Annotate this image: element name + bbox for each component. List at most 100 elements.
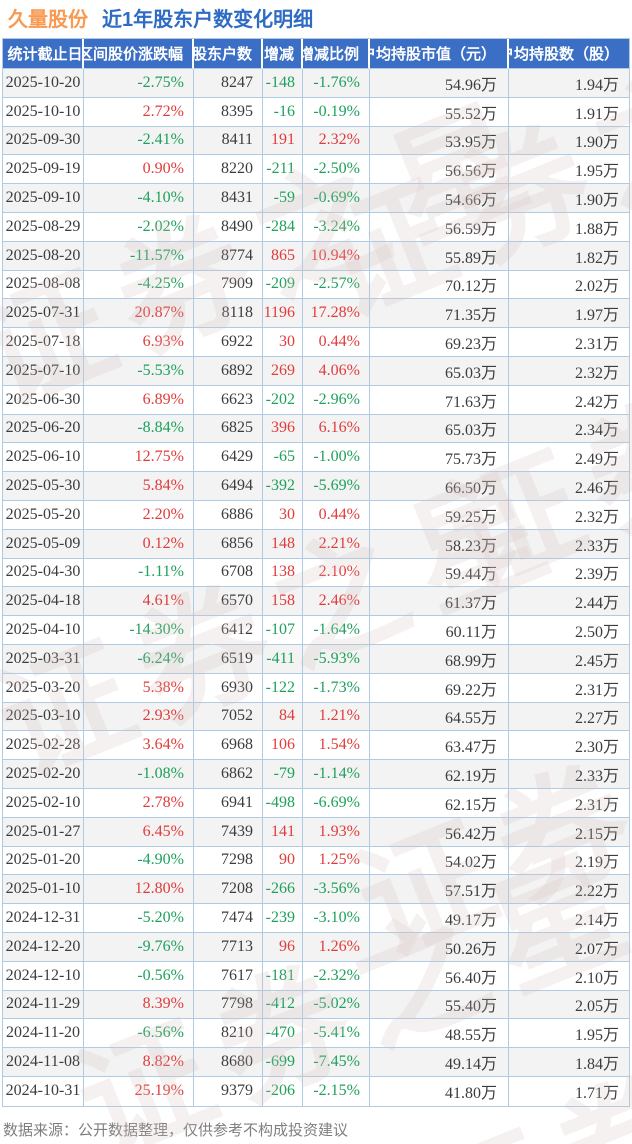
table-row: 2024-11-298.39%7798-412-5.02%55.40万2.05万: [3, 991, 629, 1020]
table-cell: -65: [263, 443, 303, 472]
table-cell: 57.51万: [370, 875, 509, 904]
table-cell: 1.95万: [509, 155, 629, 184]
table-cell: 6429: [194, 443, 263, 472]
table-row: 2025-05-305.84%6494-392-5.69%66.50万2.46万: [3, 472, 629, 501]
table-cell: 2025-02-28: [3, 731, 84, 760]
table-cell: 0.90%: [84, 155, 194, 184]
table-cell: 10.94%: [303, 242, 370, 271]
table-cell: 70.12万: [370, 271, 509, 300]
table-cell: -0.56%: [84, 962, 194, 991]
table-cell: -9.76%: [84, 933, 194, 962]
table-cell: 7798: [194, 991, 263, 1020]
table-row: 2025-08-20-11.57%877486510.94%55.89万1.82…: [3, 242, 629, 271]
table-cell: 2.30万: [509, 731, 629, 760]
table-cell: -239: [263, 904, 303, 933]
table-row: 2025-08-29-2.02%8490-284-3.24%56.59万1.88…: [3, 213, 629, 242]
table-cell: 2025-07-31: [3, 299, 84, 328]
table-cell: 1.54%: [303, 731, 370, 760]
table-cell: 8395: [194, 98, 263, 127]
table-cell: 54.96万: [370, 69, 509, 98]
table-cell: 6519: [194, 645, 263, 674]
table-cell: -699: [263, 1048, 303, 1077]
table-cell: 269: [263, 357, 303, 386]
table-cell: -11.57%: [84, 242, 194, 271]
table-cell: 2025-10-10: [3, 98, 84, 127]
table-cell: 6892: [194, 357, 263, 386]
table-cell: 6825: [194, 415, 263, 444]
table-cell: 62.15万: [370, 789, 509, 818]
table-cell: -284: [263, 213, 303, 242]
table-cell: -0.19%: [303, 98, 370, 127]
table-cell: 20.87%: [84, 299, 194, 328]
table-row: 2025-07-186.93%6922300.44%69.23万2.31万: [3, 328, 629, 357]
table-cell: 1196: [263, 299, 303, 328]
table-cell: 55.40万: [370, 991, 509, 1020]
table-cell: 2.93%: [84, 703, 194, 732]
table-cell: 7052: [194, 703, 263, 732]
table-cell: 54.66万: [370, 184, 509, 213]
table-row: 2025-06-20-8.84%68253966.16%65.03万2.34万: [3, 415, 629, 444]
table-row: 2024-11-088.82%8680-699-7.45%49.14万1.84万: [3, 1048, 629, 1077]
table-cell: 2.31万: [509, 789, 629, 818]
table-cell: 2.15万: [509, 818, 629, 847]
table-cell: 68.99万: [370, 645, 509, 674]
table-cell: 6886: [194, 501, 263, 530]
table-cell: 25.19%: [84, 1077, 194, 1106]
table-cell: 2.02万: [509, 271, 629, 300]
table-row: 2025-04-10-14.30%6412-107-1.64%60.11万2.5…: [3, 616, 629, 645]
table-cell: 1.90万: [509, 184, 629, 213]
table-cell: 6941: [194, 789, 263, 818]
table-cell: -411: [263, 645, 303, 674]
table-cell: 90: [263, 847, 303, 876]
table-cell: 6968: [194, 731, 263, 760]
table-cell: 396: [263, 415, 303, 444]
table-body: 2025-10-20-2.75%8247-148-1.76%54.96万1.94…: [3, 69, 629, 1106]
table-cell: 65.03万: [370, 357, 509, 386]
table-cell: -5.02%: [303, 991, 370, 1020]
table-row: 2025-04-30-1.11%67081382.10%59.44万2.39万: [3, 559, 629, 588]
table-cell: -6.69%: [303, 789, 370, 818]
table-cell: 61.37万: [370, 587, 509, 616]
table-cell: 58.23万: [370, 530, 509, 559]
table-cell: 2024-12-10: [3, 962, 84, 991]
table-cell: 1.95万: [509, 1019, 629, 1048]
table-cell: -1.14%: [303, 760, 370, 789]
table-cell: 4.61%: [84, 587, 194, 616]
table-cell: 2.05万: [509, 991, 629, 1020]
table-cell: -498: [263, 789, 303, 818]
table-cell: 6.45%: [84, 818, 194, 847]
table-cell: 2.22万: [509, 875, 629, 904]
table-cell: 8680: [194, 1048, 263, 1077]
table-cell: 2025-01-20: [3, 847, 84, 876]
table-cell: 6862: [194, 760, 263, 789]
table-cell: 64.55万: [370, 703, 509, 732]
table-row: 2025-03-31-6.24%6519-411-5.93%68.99万2.45…: [3, 645, 629, 674]
table-cell: 65.03万: [370, 415, 509, 444]
table-cell: 6708: [194, 559, 263, 588]
table-cell: 2025-04-18: [3, 587, 84, 616]
table-cell: -5.41%: [303, 1019, 370, 1048]
table-cell: 1.93%: [303, 818, 370, 847]
table-cell: -2.15%: [303, 1077, 370, 1106]
table-cell: -1.76%: [303, 69, 370, 98]
table-row: 2025-09-10-4.10%8431-59-0.69%54.66万1.90万: [3, 184, 629, 213]
table-cell: -5.53%: [84, 357, 194, 386]
table-cell: 56.42万: [370, 818, 509, 847]
table-cell: 84: [263, 703, 303, 732]
table-cell: -206: [263, 1077, 303, 1106]
page-title: 久量股份 近1年股东户数变化明细: [0, 0, 632, 38]
table-cell: 2024-12-31: [3, 904, 84, 933]
table-cell: 2025-02-20: [3, 760, 84, 789]
stock-name: 久量股份: [8, 7, 88, 33]
table-cell: 2.45万: [509, 645, 629, 674]
table-row: 2025-09-190.90%8220-211-2.50%56.56万1.95万: [3, 155, 629, 184]
table-cell: 2.32万: [509, 501, 629, 530]
table-row: 2025-02-102.78%6941-498-6.69%62.15万2.31万: [3, 789, 629, 818]
table-cell: 49.17万: [370, 904, 509, 933]
table-row: 2025-01-1012.80%7208-266-3.56%57.51万2.22…: [3, 875, 629, 904]
table-cell: 55.89万: [370, 242, 509, 271]
table-cell: -209: [263, 271, 303, 300]
table-cell: 2025-07-18: [3, 328, 84, 357]
table-row: 2025-02-20-1.08%6862-79-1.14%62.19万2.33万: [3, 760, 629, 789]
table-cell: 5.38%: [84, 674, 194, 703]
